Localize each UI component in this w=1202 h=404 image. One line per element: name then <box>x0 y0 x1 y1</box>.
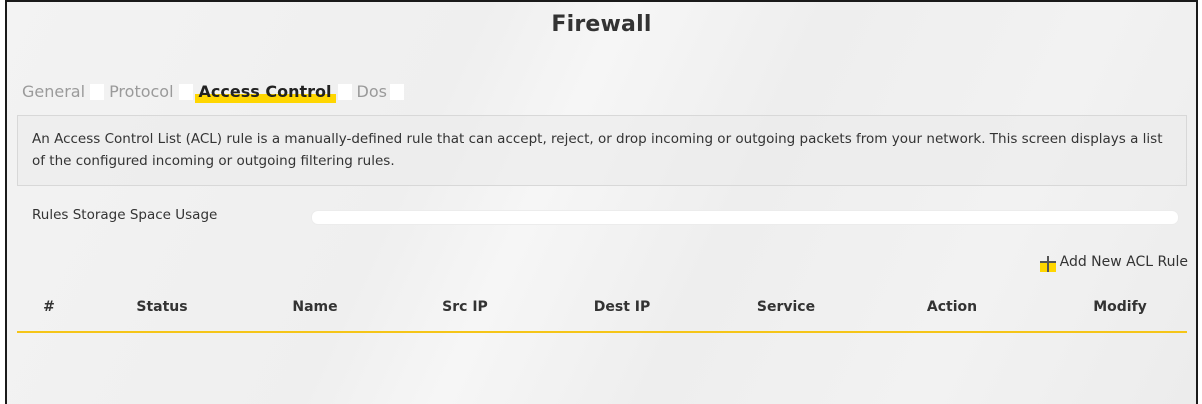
tab-protocol[interactable]: Protocol <box>106 81 176 103</box>
add-acl-rule-button[interactable]: Add New ACL Rule <box>1039 254 1188 272</box>
acl-table-header: # Status Name Src IP Dest IP Service Act… <box>17 299 1187 333</box>
column-header-dest-ip: Dest IP <box>593 299 651 315</box>
tab-general[interactable]: General <box>19 81 88 103</box>
column-header-index: # <box>43 299 55 315</box>
add-acl-rule-label: Add New ACL Rule <box>1059 254 1188 270</box>
tab-separator <box>90 84 105 100</box>
firewall-page: Firewall General Protocol Access Control… <box>5 0 1198 404</box>
plus-icon <box>1039 256 1056 272</box>
page-title: Firewall <box>551 12 652 37</box>
tab-access-control[interactable]: Access Control <box>194 81 336 103</box>
storage-usage-bar <box>311 210 1179 225</box>
column-header-modify: Modify <box>1093 299 1147 315</box>
column-header-name: Name <box>292 299 338 315</box>
tab-dos[interactable]: Dos <box>354 81 390 103</box>
tab-separator <box>389 84 404 100</box>
usage-label: Rules Storage Space Usage <box>32 207 218 223</box>
description-text: An Access Control List (ACL) rule is a m… <box>17 115 1187 186</box>
column-header-status: Status <box>136 299 188 315</box>
column-header-service: Service <box>756 299 816 315</box>
column-header-src-ip: Src IP <box>442 299 488 315</box>
column-header-action: Action <box>926 299 978 315</box>
tab-bar: General Protocol Access Control Dos <box>19 81 404 103</box>
tab-separator <box>337 84 352 100</box>
tab-separator <box>178 84 193 100</box>
